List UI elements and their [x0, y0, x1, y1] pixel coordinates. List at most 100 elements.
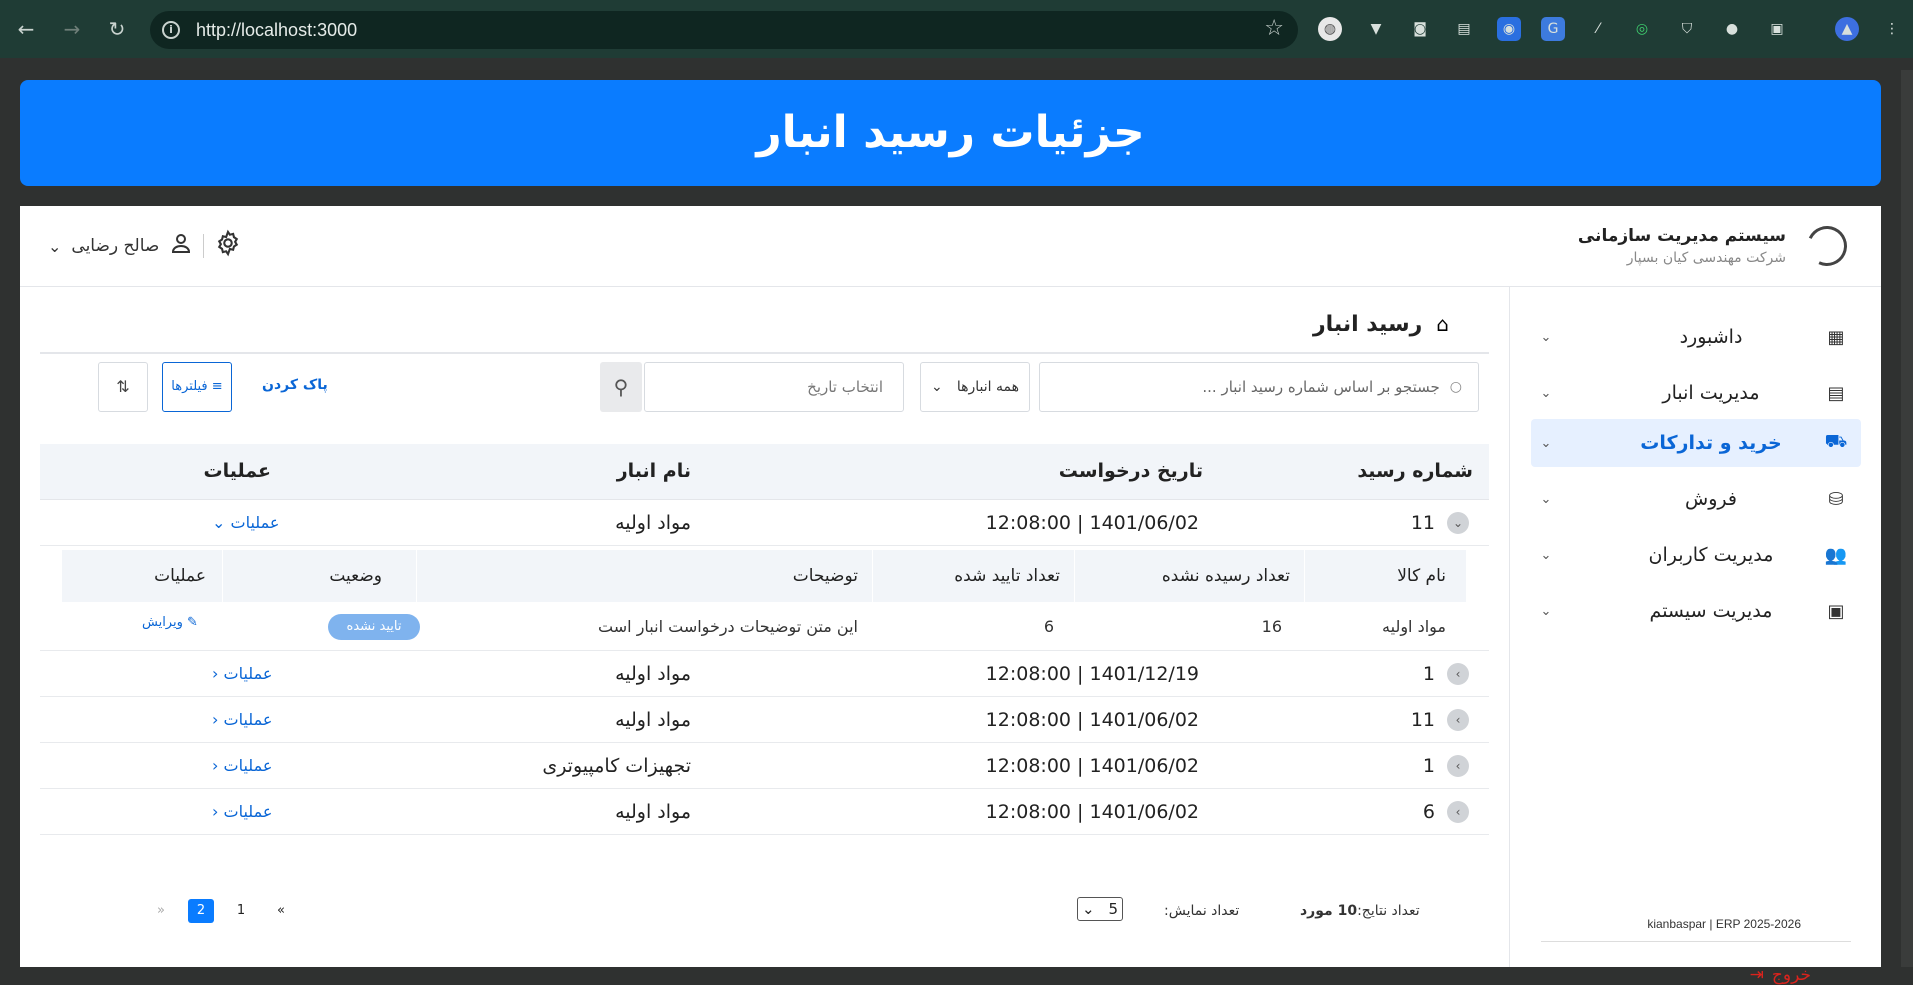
date-picker-input[interactable]: انتخاب تاریخ: [644, 362, 904, 412]
gear-icon[interactable]: [214, 229, 242, 264]
row-operations-menu[interactable]: عملیات ‹: [212, 664, 272, 683]
table-row[interactable]: ‹ 1 1401/06/02 | 12:08:00 تجهیزات کامپیو…: [40, 743, 1489, 789]
warehouse-select[interactable]: همه انبارها ⌄: [920, 362, 1030, 412]
table-row[interactable]: ‹ 1 1401/12/19 | 12:08:00 مواد اولیه عمل…: [40, 651, 1489, 697]
row-operations-menu[interactable]: عملیات ‹: [212, 710, 272, 729]
user-name[interactable]: صالح رضایی: [71, 236, 159, 256]
warehouse-name: مواد اولیه: [615, 801, 691, 823]
sidebar-item-label: خرید و تدارکات: [1640, 432, 1782, 454]
column-operations: عملیات: [203, 460, 271, 482]
extension-icon[interactable]: ●: [1720, 17, 1744, 41]
clear-filters-button[interactable]: پاک کردن: [262, 377, 328, 393]
warehouse-name: مواد اولیه: [615, 709, 691, 731]
table-row[interactable]: ⌄ 11 1401/06/02 | 12:08:00 مواد اولیه عم…: [40, 500, 1489, 546]
chevron-down-icon: ⌄: [1540, 329, 1552, 345]
sidebar-item-users[interactable]: 👥 مدیریت کاربران ⌄: [1531, 531, 1861, 579]
receipt-no: 11: [1410, 709, 1435, 731]
extension-icon[interactable]: ◉: [1497, 17, 1521, 41]
chevron-down-icon[interactable]: ⌄: [48, 237, 61, 256]
search-icon: ⚲: [613, 375, 629, 399]
sidebar-item-dashboard[interactable]: ▦ داشبورد ⌄: [1531, 313, 1861, 361]
chevron-left-icon[interactable]: ‹: [1447, 663, 1469, 685]
total-label: تعداد نتایج:: [1357, 903, 1420, 919]
operations-label[interactable]: عملیات: [224, 756, 273, 775]
page-size-select[interactable]: ⌄ 5: [1077, 897, 1123, 921]
menu-icon[interactable]: ⋮: [1880, 17, 1904, 41]
extension-icon[interactable]: ▼: [1364, 17, 1388, 41]
logout-label[interactable]: خروج: [1772, 965, 1811, 985]
filter-label[interactable]: فیلترها: [171, 379, 207, 394]
warehouse-name: تجهیزات کامپیوتری: [542, 755, 691, 777]
sidebar-item-purchasing[interactable]: ⛟ خرید و تدارکات ⌄: [1531, 419, 1861, 467]
row-operations-menu[interactable]: عملیات ⌄: [212, 513, 279, 532]
search-button[interactable]: ⚲: [600, 362, 642, 412]
site-info-icon[interactable]: i: [162, 21, 180, 39]
shield-icon[interactable]: ⛉: [1675, 17, 1699, 41]
page-scrollbar[interactable]: [1901, 70, 1913, 967]
filters-button[interactable]: فیلترها ≡: [162, 362, 232, 412]
url-text[interactable]: http://localhost:3000: [196, 20, 357, 41]
address-bar[interactable]: i http://localhost:3000 ☆: [150, 11, 1298, 49]
translate-icon[interactable]: G: [1541, 17, 1565, 41]
search-placeholder[interactable]: جستجو بر اساس شماره رسید انبار ...: [1202, 378, 1439, 396]
chevron-left-icon[interactable]: ‹: [1447, 801, 1469, 823]
extension-icon[interactable]: ▤: [1452, 17, 1476, 41]
sidebar-item-system[interactable]: ▣ مدیریت سیستم ⌄: [1531, 587, 1861, 635]
sidebar-item-warehouse[interactable]: ▤ مدیریت انبار ⌄: [1531, 369, 1861, 417]
search-input[interactable]: ○ جستجو بر اساس شماره رسید انبار ...: [1039, 362, 1479, 412]
operations-label[interactable]: عملیات: [224, 710, 273, 729]
table-row[interactable]: ‹ 11 1401/06/02 | 12:08:00 مواد اولیه عم…: [40, 697, 1489, 743]
sort-button[interactable]: ⇅: [98, 362, 148, 412]
system-icon: ▣: [1827, 600, 1845, 622]
last-page-button[interactable]: »: [148, 899, 174, 923]
receipt-no: 11: [1410, 512, 1435, 534]
subtable-row: مواد اولیه 16 6 این متن توضیحات درخواست …: [62, 602, 1466, 650]
sidebar-item-label: مدیریت سیستم: [1649, 600, 1773, 622]
edit-button[interactable]: ویرایش ✎: [142, 615, 198, 630]
page-button-2[interactable]: 2: [188, 899, 214, 923]
extension-icon[interactable]: ◎: [1630, 17, 1654, 41]
puzzle-icon[interactable]: ▣: [1765, 17, 1789, 41]
request-date: 1401/06/02 | 12:08:00: [985, 801, 1199, 823]
chevron-left-icon[interactable]: ‹: [1447, 755, 1469, 777]
page-button-1[interactable]: 1: [228, 899, 254, 923]
receipt-no: 1: [1422, 663, 1435, 685]
warehouse-icon: ▤: [1827, 382, 1845, 404]
row-operations-menu[interactable]: عملیات ‹: [212, 802, 272, 821]
operations-label[interactable]: عملیات: [224, 802, 273, 821]
reload-icon[interactable]: ↻: [105, 14, 129, 44]
page-size-value[interactable]: 5: [1108, 900, 1118, 918]
divider: [40, 352, 1489, 354]
first-page-button[interactable]: «: [268, 899, 294, 923]
pen-icon[interactable]: ⁄: [1586, 17, 1610, 41]
profile-icon[interactable]: ▲: [1835, 17, 1859, 41]
user-menu[interactable]: ⌄ صالح رضایی: [48, 229, 242, 264]
bookmark-star-icon[interactable]: ☆: [1264, 16, 1284, 41]
forward-icon[interactable]: →: [60, 14, 84, 44]
sidebar-item-sales[interactable]: ⛁ فروش ⌄: [1531, 475, 1861, 523]
users-icon: 👥: [1824, 544, 1848, 566]
filter-icon: ≡: [211, 379, 223, 394]
top-bar: سیستم مدیریت سازمانی شرکت مهندسی کیان بس…: [20, 206, 1881, 287]
row-operations-menu[interactable]: عملیات ‹: [212, 756, 272, 775]
warehouse-select-value[interactable]: همه انبارها: [957, 379, 1019, 395]
column-warehouse: نام انبار: [616, 460, 691, 482]
sidebar-item-label: داشبورد: [1679, 326, 1743, 348]
logout-icon[interactable]: ⇥: [1750, 965, 1764, 985]
warehouse-name: مواد اولیه: [615, 663, 691, 685]
chevron-left-icon[interactable]: ‹: [1447, 709, 1469, 731]
receipt-items-subtable: نام کالا تعداد رسیده نشده تعداد تایید شد…: [40, 546, 1489, 651]
back-icon[interactable]: ←: [14, 14, 38, 44]
user-icon[interactable]: [169, 231, 193, 261]
edit-label[interactable]: ویرایش: [142, 615, 183, 630]
extension-icon[interactable]: ◍: [1318, 17, 1342, 41]
camera-icon[interactable]: ◙: [1408, 17, 1432, 41]
chevron-down-icon[interactable]: ⌄: [1447, 512, 1469, 534]
operations-label[interactable]: عملیات: [231, 513, 280, 532]
operations-label[interactable]: عملیات: [224, 664, 273, 683]
table-row[interactable]: ‹ 6 1401/06/02 | 12:08:00 مواد اولیه عمل…: [40, 789, 1489, 835]
column-description: توضیحات: [416, 550, 872, 602]
logout-button[interactable]: خروج ⇥: [1750, 965, 1811, 985]
date-placeholder[interactable]: انتخاب تاریخ: [807, 378, 883, 396]
chevron-down-icon: ⌄: [1540, 547, 1552, 563]
